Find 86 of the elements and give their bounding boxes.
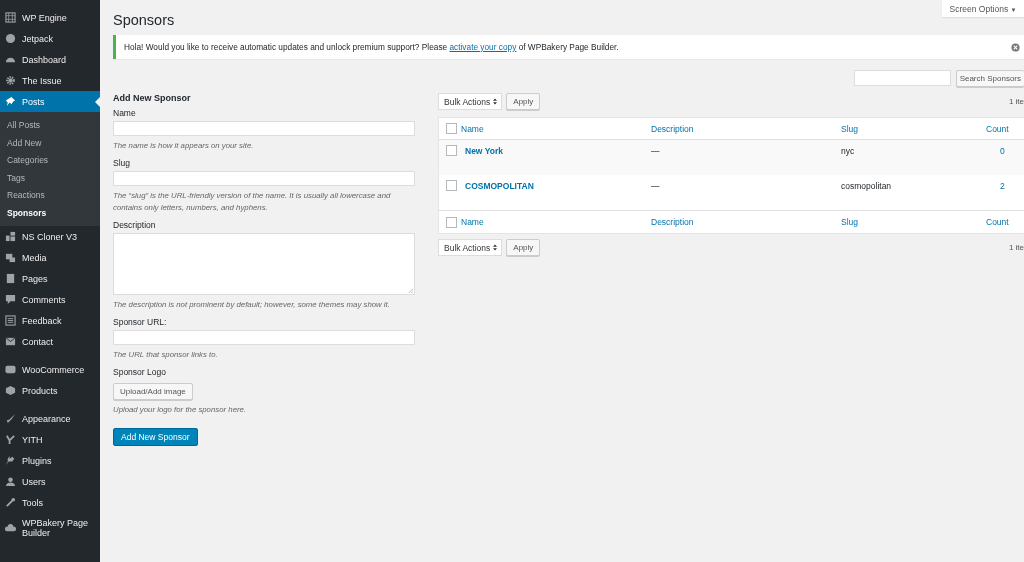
add-sponsor-button[interactable]: Add New Sponsor xyxy=(113,428,198,446)
notice-message: Hola! Would you like to receive automatic updates and unlock premium support? Please activate your copy of WPBakery Page Builder. xyxy=(124,42,619,52)
person-icon xyxy=(5,476,16,487)
bulk-actions-dropdown[interactable]: Bulk Actions xyxy=(438,239,503,256)
checkbox[interactable] xyxy=(446,216,457,228)
column-header[interactable]: Name xyxy=(461,217,484,227)
form-heading: Add New Sponsor xyxy=(113,92,192,104)
upload-button[interactable]: Upload/Add image xyxy=(113,383,193,400)
item-count: 1 ite xyxy=(1008,243,1024,252)
field-label: Slug xyxy=(113,158,131,168)
sidebar-item[interactable]: Tools xyxy=(0,492,100,513)
search-button[interactable]: Search Sponsors xyxy=(955,70,1024,87)
column-header[interactable]: Count xyxy=(986,123,1009,134)
close-icon[interactable] xyxy=(1011,42,1020,52)
submenu-item[interactable]: Tags xyxy=(0,169,100,187)
submenu-item[interactable]: Reactions xyxy=(0,187,100,205)
column-header[interactable]: Name xyxy=(461,123,484,134)
submenu-item[interactable]: Categories xyxy=(0,152,100,170)
submenu-item[interactable]: Add New xyxy=(0,134,100,152)
field-label: Sponsor Logo xyxy=(113,367,167,377)
column-header[interactable]: Description xyxy=(651,217,694,227)
activate-link[interactable]: activate your copy xyxy=(449,42,517,52)
circle-icon xyxy=(5,33,16,44)
sort-arrows-icon xyxy=(493,98,498,105)
sidebar-item[interactable]: Dashboard xyxy=(0,49,100,70)
sidebar-item[interactable]: Comments xyxy=(0,289,100,310)
item-count: 1 ite xyxy=(1008,97,1024,106)
grid-icon xyxy=(5,12,16,23)
apply-button[interactable]: Apply xyxy=(506,239,541,256)
table-cell: — xyxy=(651,181,660,191)
bulk-actions-dropdown[interactable]: Bulk Actions xyxy=(438,93,503,110)
gear-icon xyxy=(5,75,16,86)
table-cell: cosmopolitan xyxy=(841,181,892,191)
submenu-item[interactable]: All Posts xyxy=(0,117,100,135)
apply-button[interactable]: Apply xyxy=(506,93,541,110)
sidebar-item[interactable]: WooCommerce xyxy=(0,359,100,380)
column-header[interactable]: Count xyxy=(986,217,1009,227)
resize-handle-icon[interactable] xyxy=(408,288,413,293)
sponsor-name-link[interactable]: New York xyxy=(465,146,503,156)
cube-icon xyxy=(5,385,16,396)
sort-arrows-icon xyxy=(493,244,498,251)
envelope-icon xyxy=(5,336,16,347)
search-field[interactable] xyxy=(853,70,951,86)
speech-bubble-icon xyxy=(5,294,16,305)
sidebar-item[interactable]: YITH xyxy=(0,429,100,450)
page-title: Sponsors xyxy=(113,11,175,29)
sidebar-item[interactable]: Media xyxy=(0,247,100,268)
sidebar-item[interactable]: Plugins xyxy=(0,450,100,471)
blocks-icon xyxy=(5,231,16,242)
sidebar-item[interactable]: Products xyxy=(0,380,100,401)
count-link[interactable]: 0 xyxy=(1000,146,1005,156)
pin-icon xyxy=(5,96,16,107)
list-icon xyxy=(5,315,16,326)
table-cell: nyc xyxy=(841,146,855,156)
sidebar-item[interactable]: WPBakery Page Builder xyxy=(0,513,100,543)
field-label: Sponsor URL: xyxy=(113,317,168,327)
column-header[interactable]: Slug xyxy=(841,217,858,227)
column-header[interactable]: Slug xyxy=(841,123,858,134)
input-field[interactable] xyxy=(113,330,415,345)
sidebar-item[interactable]: Jetpack xyxy=(0,28,100,49)
checkbox[interactable] xyxy=(446,145,457,156)
submenu-item[interactable]: Sponsors xyxy=(0,204,100,222)
sidebar-item[interactable]: The Issue xyxy=(0,70,100,91)
sidebar-item[interactable]: Feedback xyxy=(0,310,100,331)
field-label: Description xyxy=(113,220,157,230)
sidebar-item[interactable]: Pages xyxy=(0,268,100,289)
input-field[interactable] xyxy=(113,121,415,136)
sidebar-item[interactable]: Users xyxy=(0,471,100,492)
column-header[interactable]: Description xyxy=(651,123,694,134)
camera-icon xyxy=(5,252,16,263)
sidebar-item[interactable]: Posts xyxy=(0,91,100,112)
input-field[interactable] xyxy=(113,171,415,186)
sponsor-name-link[interactable]: COSMOPOLITAN xyxy=(465,181,534,191)
document-icon xyxy=(5,273,16,284)
sidebar-item[interactable]: WP Engine xyxy=(0,7,100,28)
sidebar-item[interactable]: Appearance xyxy=(0,408,100,429)
storefront-icon xyxy=(5,364,16,375)
count-link[interactable]: 2 xyxy=(1000,181,1005,191)
table-cell: — xyxy=(651,146,660,156)
checkbox[interactable] xyxy=(446,123,457,134)
field-label: Name xyxy=(113,108,137,118)
sidebar-item[interactable]: Contact xyxy=(0,331,100,352)
cloud-icon xyxy=(5,522,16,534)
checkbox[interactable] xyxy=(446,180,457,191)
sidebar-item[interactable]: NS Cloner V3 xyxy=(0,226,100,247)
text-area[interactable] xyxy=(113,233,415,295)
